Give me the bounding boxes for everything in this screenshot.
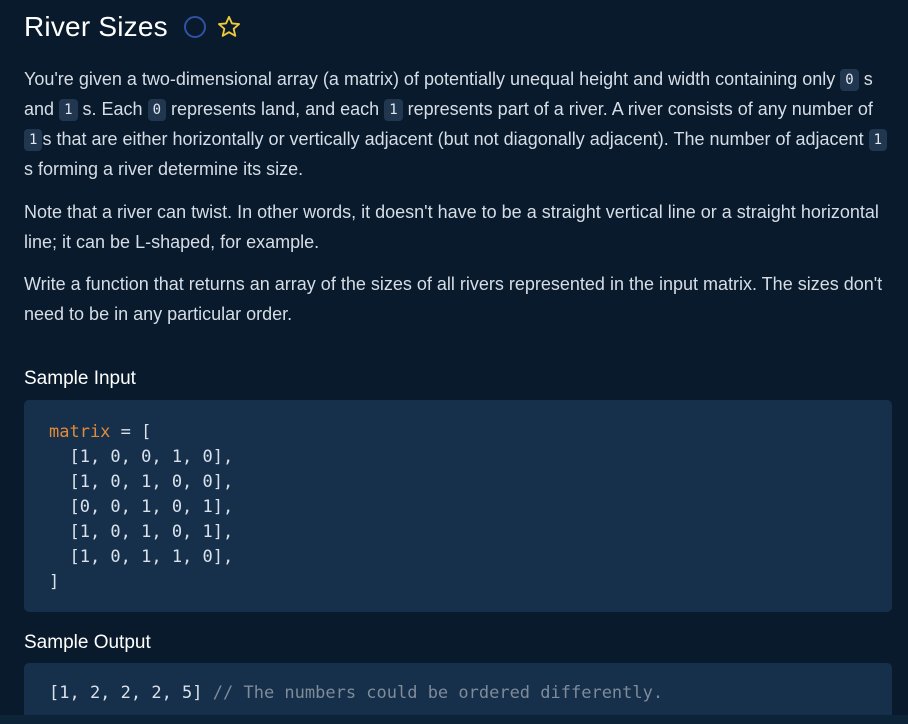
code-chip: 0	[840, 69, 859, 91]
matrix-variable: matrix	[49, 422, 111, 442]
code-chip: 1	[24, 129, 43, 151]
text-segment: You're given a two-dimensional array (a …	[24, 69, 836, 89]
matrix-row: [1, 0, 1, 0, 0],	[49, 472, 234, 492]
code-chip: 1	[868, 129, 888, 151]
sample-input-heading: Sample Input	[24, 368, 136, 389]
title-row: River Sizes	[24, 8, 242, 46]
code-chip: 1	[384, 99, 403, 121]
assign-operator: = [	[110, 422, 152, 442]
bottom-bar	[0, 715, 908, 724]
sample-output-heading: Sample Output	[24, 632, 151, 653]
completion-circle-icon[interactable]	[183, 16, 206, 38]
text-segment: represents part of a river. A river cons…	[407, 99, 873, 119]
text-segment: s. Each	[82, 99, 143, 119]
output-comment: // The numbers could be ordered differen…	[202, 683, 664, 703]
star-icon[interactable]	[216, 14, 242, 40]
text-segment: s forming a river determine its size.	[24, 159, 304, 179]
text-segment: s that are either horizontally or vertic…	[42, 129, 864, 149]
matrix-row: [1, 0, 1, 1, 0],	[49, 547, 234, 567]
matrix-row: [1, 0, 0, 1, 0],	[49, 447, 234, 467]
description-paragraph-3: Write a function that returns an array o…	[24, 274, 883, 324]
text-segment: represents land, and each	[171, 99, 380, 119]
closing-bracket: ]	[49, 572, 60, 592]
description-paragraph-2: Note that a river can twist. In other wo…	[24, 202, 879, 252]
matrix-row: [0, 0, 1, 0, 1],	[49, 497, 234, 517]
code-chip: 1	[59, 99, 78, 121]
output-value: [1, 2, 2, 2, 5]	[49, 683, 203, 703]
description-paragraph-1: You're given a two-dimensional array (a …	[24, 64, 892, 184]
code-chip: 0	[147, 99, 166, 121]
sample-input-code-block: matrix = [ [1, 0, 0, 1, 0], [1, 0, 1, 0,…	[24, 400, 892, 612]
matrix-row: [1, 0, 1, 0, 1],	[49, 522, 234, 542]
page-title: River Sizes	[24, 11, 168, 42]
